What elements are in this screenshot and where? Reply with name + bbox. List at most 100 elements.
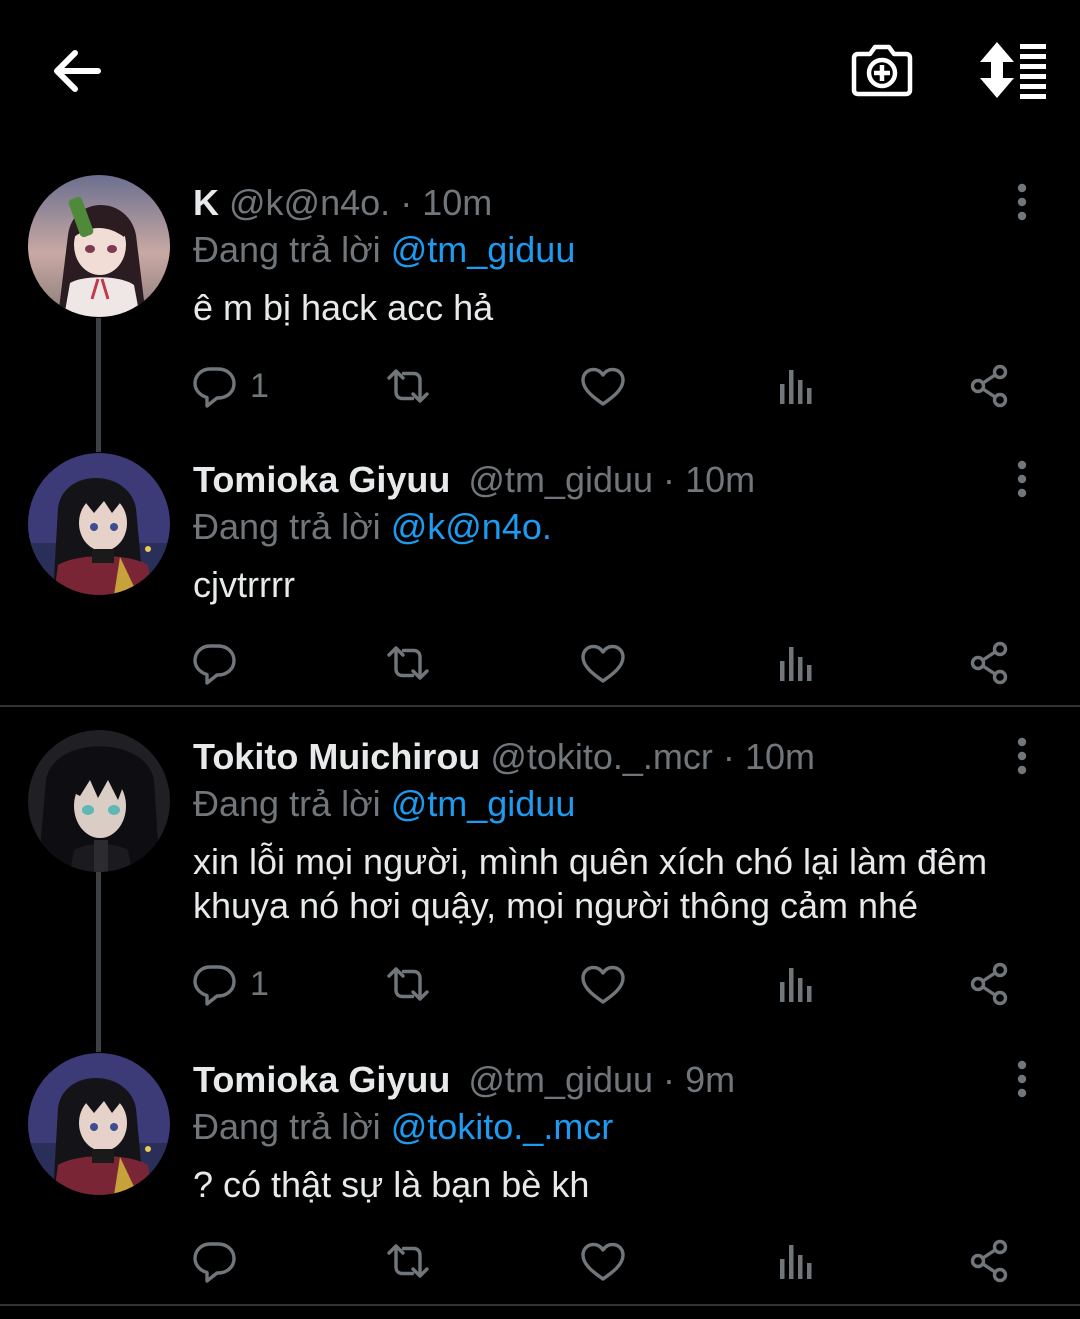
tweet-header: K @k@n4o. · 10m <box>193 180 492 226</box>
analytics-icon <box>772 1237 820 1285</box>
analytics-icon <box>772 960 820 1008</box>
analytics-button[interactable] <box>772 1237 820 1285</box>
user-handle[interactable]: @tm_giduu <box>468 1059 653 1100</box>
replying-to: Đang trả lời @tokito._.mcr <box>193 1104 613 1150</box>
timestamp[interactable]: 10m <box>745 736 815 777</box>
user-handle[interactable]: @tokito._.mcr <box>490 736 713 777</box>
tweet-text: ê m bị hack acc hả <box>193 287 494 328</box>
action-bar <box>190 639 1030 687</box>
analytics-button[interactable] <box>772 960 820 1008</box>
reply-count: 1 <box>250 964 269 1003</box>
tweet[interactable]: K @k@n4o. · 10m Đang trả lời @tm_giduu ê… <box>0 175 1080 420</box>
retweet-button[interactable] <box>384 639 432 687</box>
display-name[interactable]: Tokito Muichirou <box>193 736 480 777</box>
replying-label: Đang trả lời <box>193 229 381 270</box>
avatar[interactable] <box>28 730 170 872</box>
reply-count: 1 <box>250 366 269 405</box>
mention-link[interactable]: @tm_giduu <box>391 783 576 824</box>
retweet-button[interactable] <box>384 362 432 410</box>
timestamp[interactable]: 10m <box>422 182 492 223</box>
reply-icon <box>190 362 238 410</box>
heart-icon <box>579 960 627 1008</box>
tweet-text: cjvtrrrr <box>193 564 295 605</box>
mention-link[interactable]: @k@n4o. <box>391 506 552 547</box>
analytics-button[interactable] <box>772 362 820 410</box>
share-button[interactable] <box>966 960 1014 1008</box>
heart-icon <box>579 639 627 687</box>
separator: · <box>400 182 413 223</box>
mention-link[interactable]: @tm_giduu <box>391 229 576 270</box>
reply-icon <box>190 960 238 1008</box>
separator: · <box>722 736 735 777</box>
separator: · <box>663 459 676 500</box>
tweet[interactable]: Tomioka Giyuu @tm_giduu · 9m Đang trả lờ… <box>0 1053 1080 1297</box>
mention-link[interactable]: @tokito._.mcr <box>391 1106 614 1147</box>
reply-button[interactable]: 1 <box>190 362 269 410</box>
camera-add-icon[interactable] <box>850 40 914 100</box>
retweet-button[interactable] <box>384 1237 432 1285</box>
tweet-text: xin lỗi mọi người, mình quên xích chó lạ… <box>193 840 1053 928</box>
tweet-text-line: khuya nó hơi quậy, mọi người thông cảm n… <box>193 885 919 926</box>
heart-icon <box>579 362 627 410</box>
replying-to: Đang trả lời @tm_giduu <box>193 781 575 827</box>
tweet[interactable]: Tokito Muichirou @tokito._.mcr · 10m Đan… <box>0 730 1080 1024</box>
retweet-icon <box>384 362 432 410</box>
replying-label: Đang trả lời <box>193 506 381 547</box>
action-bar: 1 <box>190 960 1030 1008</box>
more-options-icon[interactable] <box>1010 182 1034 222</box>
share-icon <box>966 960 1014 1008</box>
retweet-icon <box>384 1237 432 1285</box>
more-options-icon[interactable] <box>1010 459 1034 499</box>
timestamp[interactable]: 9m <box>685 1059 735 1100</box>
retweet-icon <box>384 960 432 1008</box>
retweet-icon <box>384 639 432 687</box>
like-button[interactable] <box>579 362 627 410</box>
replying-to: Đang trả lời @tm_giduu <box>193 227 575 273</box>
share-button[interactable] <box>966 1237 1014 1285</box>
tweet-header: Tomioka Giyuu @tm_giduu · 10m <box>193 457 755 503</box>
timestamp[interactable]: 10m <box>685 459 755 500</box>
share-icon <box>966 362 1014 410</box>
separator: · <box>663 1059 676 1100</box>
replying-label: Đang trả lời <box>193 783 381 824</box>
replying-label: Đang trả lời <box>193 1106 381 1147</box>
tweet[interactable]: Tomioka Giyuu @tm_giduu · 10m Đang trả l… <box>0 453 1080 697</box>
analytics-icon <box>772 362 820 410</box>
reply-button[interactable]: 1 <box>190 960 269 1008</box>
like-button[interactable] <box>579 960 627 1008</box>
sort-icon[interactable] <box>976 40 1050 100</box>
reply-button[interactable] <box>190 639 238 687</box>
user-handle[interactable]: @k@n4o. <box>229 182 390 223</box>
heart-icon <box>579 1237 627 1285</box>
reply-icon <box>190 639 238 687</box>
display-name[interactable]: Tomioka Giyuu <box>193 1059 450 1100</box>
share-button[interactable] <box>966 639 1014 687</box>
tweet-header: Tokito Muichirou @tokito._.mcr · 10m <box>193 734 815 780</box>
reply-icon <box>190 1237 238 1285</box>
tweet-header: Tomioka Giyuu @tm_giduu · 9m <box>193 1057 735 1103</box>
avatar[interactable] <box>28 453 170 595</box>
more-options-icon[interactable] <box>1010 1059 1034 1099</box>
tweet-text-line: xin lỗi mọi người, mình quên xích chó lạ… <box>193 841 988 882</box>
display-name[interactable]: Tomioka Giyuu <box>193 459 450 500</box>
replying-to: Đang trả lời @k@n4o. <box>193 504 552 550</box>
like-button[interactable] <box>579 639 627 687</box>
thread-divider <box>0 1304 1080 1306</box>
retweet-button[interactable] <box>384 960 432 1008</box>
analytics-icon <box>772 639 820 687</box>
share-icon <box>966 1237 1014 1285</box>
share-button[interactable] <box>966 362 1014 410</box>
analytics-button[interactable] <box>772 639 820 687</box>
share-icon <box>966 639 1014 687</box>
avatar[interactable] <box>28 175 170 317</box>
like-button[interactable] <box>579 1237 627 1285</box>
action-bar <box>190 1237 1030 1285</box>
back-arrow-icon[interactable] <box>48 42 106 100</box>
reply-button[interactable] <box>190 1237 238 1285</box>
user-handle[interactable]: @tm_giduu <box>468 459 653 500</box>
action-bar: 1 <box>190 362 1030 410</box>
top-bar <box>0 0 1080 140</box>
display-name[interactable]: K <box>193 182 219 223</box>
more-options-icon[interactable] <box>1010 736 1034 776</box>
avatar[interactable] <box>28 1053 170 1195</box>
